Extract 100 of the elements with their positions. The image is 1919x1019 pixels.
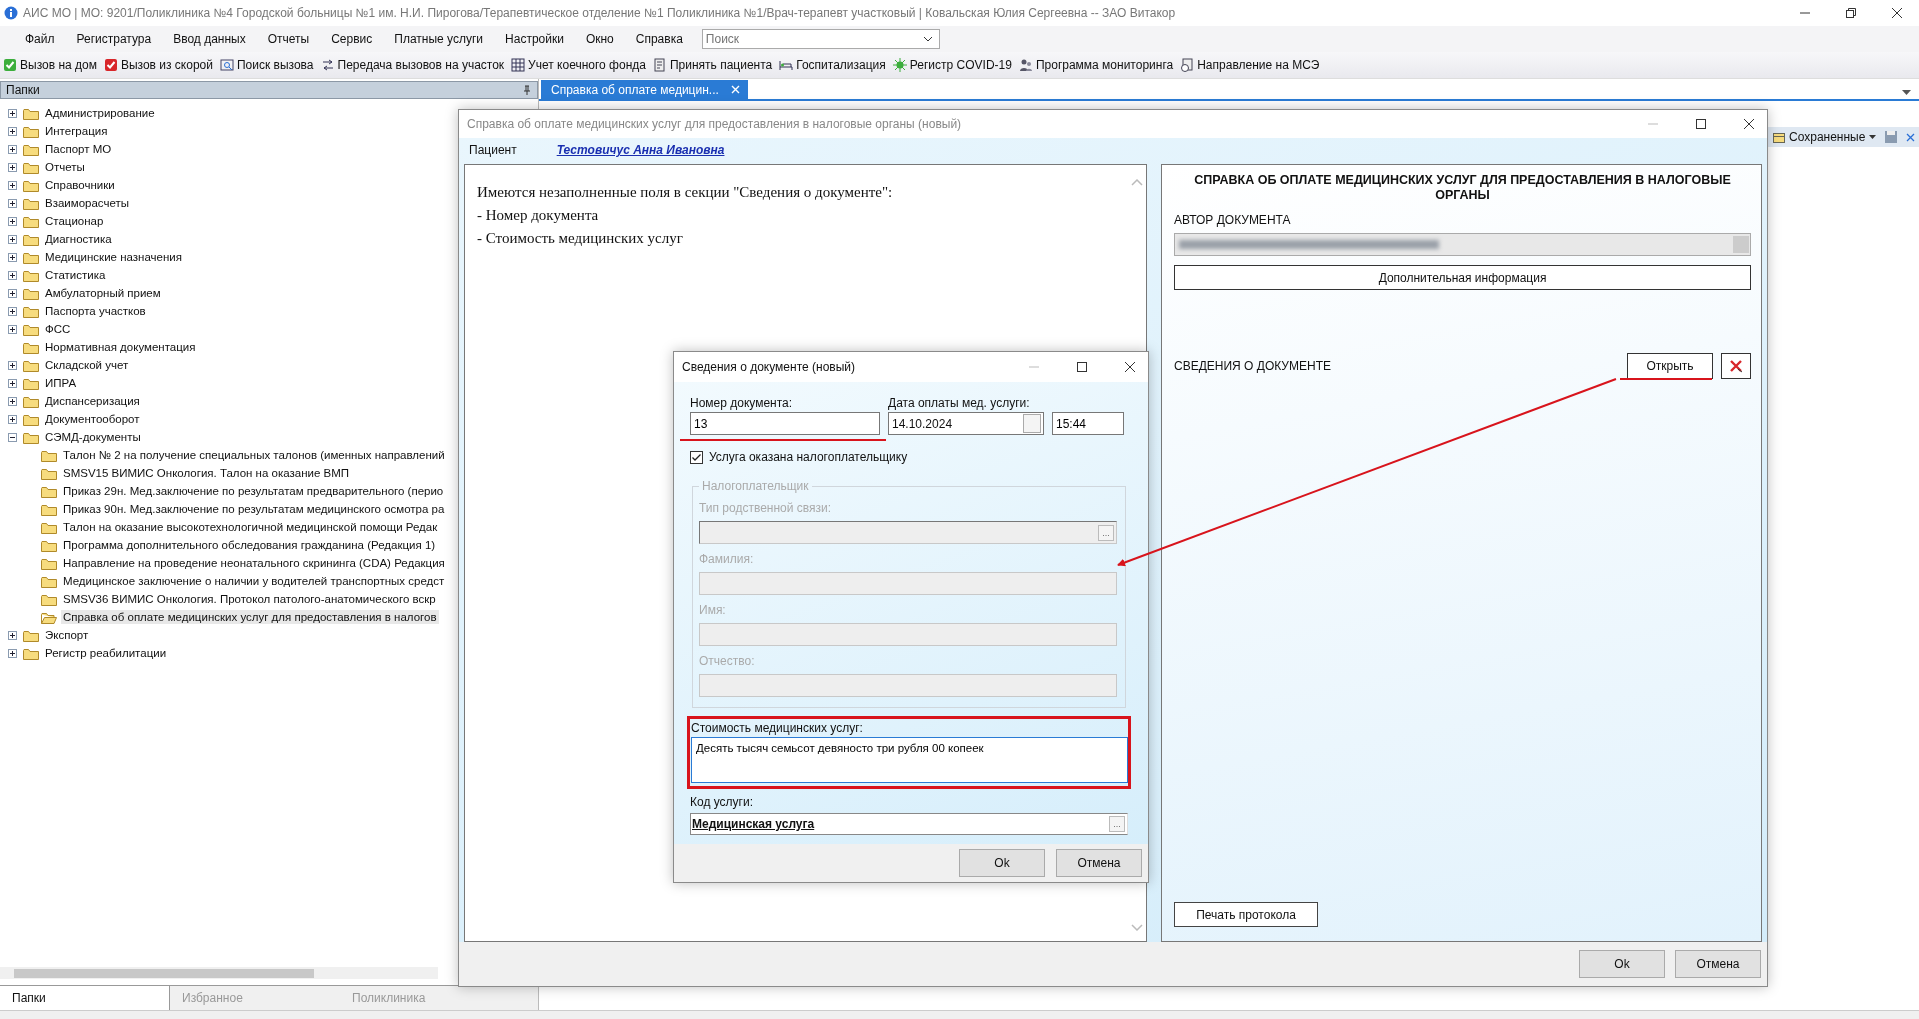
toolbar-button[interactable]: Принять пациента	[650, 54, 778, 76]
tree-item[interactable]: Справочники	[43, 178, 117, 192]
menu-item[interactable]: Ввод данных	[162, 32, 257, 46]
tree-item[interactable]: SMSV36 ВИМИС Онкология. Протокол патолого-анатомического вскр	[61, 592, 438, 606]
search-field[interactable]: Поиск	[701, 29, 940, 49]
maximize-icon[interactable]	[1076, 361, 1088, 373]
tree-item[interactable]: Приказ 29н. Мед.заключение по результатам предварительного (перио	[61, 484, 446, 498]
toolbar-button[interactable]: Поиск вызова	[218, 54, 319, 76]
tree-item[interactable]: Стационар	[43, 214, 106, 228]
expand-icon[interactable]	[8, 324, 17, 334]
date-field[interactable]: 14.10.2024	[888, 412, 1044, 435]
tree-item[interactable]: Отчеты	[43, 160, 87, 174]
toolbar-button[interactable]: Регистр COVID-19	[890, 54, 1017, 76]
tree-item[interactable]: ФСС	[43, 322, 73, 336]
panel-tab[interactable]: Папки	[0, 986, 170, 1010]
tree-item[interactable]: Диспансеризация	[43, 394, 142, 408]
toolbar-button[interactable]: Вызов из скорой	[101, 54, 218, 76]
document-tab[interactable]: Справка об оплате медицин...	[541, 80, 748, 99]
tree-item[interactable]: Складской учет	[43, 358, 131, 372]
dialog-button[interactable]: Ok	[959, 849, 1045, 877]
author-field[interactable]	[1174, 233, 1751, 256]
expand-icon[interactable]	[8, 162, 17, 172]
tree-item[interactable]: Программа дополнительного обследования гражданина (Редакция 1)	[61, 538, 438, 552]
menu-item[interactable]: Справка	[624, 32, 694, 46]
tree-item[interactable]: Нормативная документация	[43, 340, 198, 354]
expand-icon[interactable]	[8, 216, 17, 226]
tree-item[interactable]: Медицинские назначения	[43, 250, 184, 264]
collapse-icon[interactable]	[8, 432, 17, 442]
expand-icon[interactable]	[8, 306, 17, 316]
expand-icon[interactable]	[8, 252, 17, 262]
tree-item[interactable]: Талон № 2 на получение специальных талонов (именных направлений	[61, 448, 447, 462]
tree-item[interactable]: Справка об оплате медицинских услуг для предоставления в налогов	[61, 610, 439, 624]
expand-icon[interactable]	[8, 360, 17, 370]
expand-icon[interactable]	[8, 414, 17, 424]
tree-item[interactable]: Взаиморасчеты	[43, 196, 131, 210]
tree-item[interactable]: Документооборот	[43, 412, 142, 426]
dialog-button[interactable]: Ok	[1579, 950, 1665, 978]
expand-icon[interactable]	[8, 144, 17, 154]
expand-icon[interactable]	[8, 126, 17, 136]
dropdown-caret-icon[interactable]	[1902, 90, 1911, 95]
tree-item[interactable]: Талон на оказание высокотехнологичной медицинской помощи Редак	[61, 520, 440, 534]
toolbar-button[interactable]: Направление на МСЭ	[1178, 54, 1325, 76]
checkbox[interactable]	[690, 450, 703, 464]
menu-item[interactable]: Отчеты	[256, 32, 321, 46]
tree-item[interactable]: Направление на проведение неонатального скрининга (CDA) Редакция	[61, 556, 447, 570]
expand-icon[interactable]	[8, 198, 17, 208]
more-info-button[interactable]: Дополнительная информация	[1174, 265, 1751, 290]
menu-item[interactable]: Настройки	[494, 32, 575, 46]
tree-item[interactable]: Экспорт	[43, 628, 91, 642]
toolbar-button[interactable]: Передача вызовов на участок	[318, 54, 510, 76]
pin-icon[interactable]	[522, 85, 532, 95]
expand-icon[interactable]	[8, 270, 17, 280]
document-number-field[interactable]: 13	[690, 412, 880, 435]
time-field[interactable]: 15:44	[1052, 412, 1124, 435]
menu-item[interactable]: Файл	[14, 32, 66, 46]
expand-icon[interactable]	[8, 648, 17, 658]
tree-item[interactable]: Интеграция	[43, 124, 110, 138]
close-icon[interactable]	[1891, 7, 1903, 19]
tree-item[interactable]: Медицинское заключение о наличии у водителей транспортных средст	[61, 574, 447, 588]
menu-item[interactable]: Сервис	[320, 32, 384, 46]
cost-text-area[interactable]: Десять тысяч семьсот девяносто три рубля 00 копеек	[691, 737, 1128, 783]
maximize-icon[interactable]	[1695, 118, 1707, 130]
expand-icon[interactable]	[8, 630, 17, 640]
browse-button[interactable]: ...	[1109, 816, 1125, 832]
tree-item[interactable]: Диагностика	[43, 232, 114, 246]
dialog-button[interactable]: Отмена	[1056, 849, 1142, 877]
patient-name-link[interactable]: Тестовичус Анна Ивановна	[556, 143, 725, 157]
delete-button[interactable]	[1721, 353, 1751, 379]
dropdown-caret-icon[interactable]	[922, 36, 933, 42]
menu-item[interactable]: Окно	[574, 32, 625, 46]
expand-icon[interactable]	[8, 108, 17, 118]
expand-icon[interactable]	[8, 180, 17, 190]
tree-item[interactable]: Паспорта участков	[43, 304, 148, 318]
toolbar-button[interactable]: Госпитализация	[777, 54, 891, 76]
tree-item[interactable]: Регистр реабилитации	[43, 646, 169, 660]
toolbar-button[interactable]: Вызов на дом	[1, 54, 102, 76]
service-code-field[interactable]: Медицинская услуга ...	[690, 813, 1128, 835]
tree-item[interactable]: СЭМД-документы	[43, 430, 143, 444]
menu-item[interactable]: Платные услуги	[383, 32, 495, 46]
print-protocol-button[interactable]: Печать протокола	[1174, 902, 1318, 927]
service-link[interactable]: Медицинская услуга	[692, 817, 815, 831]
menu-item[interactable]: Регистратура	[65, 32, 163, 46]
tree-item[interactable]: Администрирование	[43, 106, 157, 120]
restore-icon[interactable]	[1845, 7, 1857, 19]
expand-icon[interactable]	[8, 234, 17, 244]
tree-item[interactable]: Статистика	[43, 268, 108, 282]
open-button[interactable]: Открыть	[1627, 353, 1713, 379]
tree-item[interactable]: Приказ 90н. Мед.заключение по результатам медицинского осмотра ра	[61, 502, 447, 516]
toolbar-button[interactable]: Учет коечного фонда	[509, 54, 651, 76]
tree-item[interactable]: SMSV15 ВИМИС Онкология. Талон на оказание ВМП	[61, 466, 352, 480]
close-icon[interactable]	[1124, 361, 1136, 373]
tree-item[interactable]: Амбулаторный прием	[43, 286, 163, 300]
close-icon[interactable]	[1743, 118, 1755, 130]
dialog-button[interactable]: Отмена	[1675, 950, 1761, 978]
horizontal-scrollbar[interactable]	[0, 967, 438, 979]
expand-icon[interactable]	[8, 396, 17, 406]
tree-item[interactable]: Паспорт МО	[43, 142, 114, 156]
toolbar-button[interactable]: Программа мониторинга	[1016, 54, 1179, 76]
tree-item[interactable]: ИПРА	[43, 376, 79, 390]
expand-icon[interactable]	[8, 288, 17, 298]
